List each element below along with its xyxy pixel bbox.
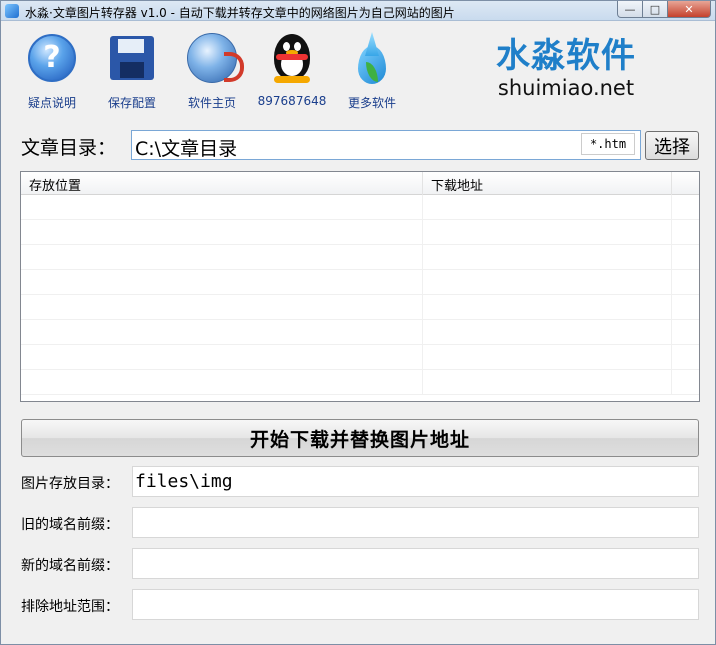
- app-window: 水淼·文章图片转存器 v1.0 - 自动下载并转存文章中的网络图片为自己网站的图…: [0, 0, 716, 645]
- list-header: 存放位置 下载地址: [21, 172, 699, 195]
- exclude-range-input[interactable]: [132, 589, 699, 620]
- maximize-button[interactable]: □: [643, 1, 668, 18]
- save-config-label: 保存配置: [107, 96, 156, 110]
- column-header-extra[interactable]: [672, 172, 699, 195]
- list-row[interactable]: [21, 270, 699, 295]
- help-icon: ?: [28, 34, 76, 82]
- window-title: 水淼·文章图片转存器 v1.0 - 自动下载并转存文章中的网络图片为自己网站的图…: [25, 6, 455, 20]
- brand-domain: shuimiao.net: [497, 76, 635, 100]
- list-row[interactable]: [21, 370, 699, 395]
- choose-button[interactable]: 选择: [645, 131, 699, 160]
- title-bar[interactable]: 水淼·文章图片转存器 v1.0 - 自动下载并转存文章中的网络图片为自己网站的图…: [1, 1, 715, 21]
- image-dir-label: 图片存放目录：: [21, 476, 119, 492]
- more-software-button[interactable]: 更多软件: [332, 28, 412, 111]
- help-button[interactable]: ? 疑点说明: [12, 28, 92, 111]
- brand-name: 水淼软件: [496, 36, 636, 76]
- old-domain-row: 旧的域名前缀：: [1, 507, 715, 539]
- floppy-disk-icon: [110, 36, 154, 80]
- start-download-button[interactable]: 开始下载并替换图片地址: [21, 419, 699, 457]
- result-list[interactable]: 存放位置 下载地址: [20, 171, 700, 402]
- new-domain-row: 新的域名前缀：: [1, 548, 715, 580]
- homepage-label: 软件主页: [187, 96, 236, 110]
- article-dir-label: 文章目录：: [21, 137, 117, 159]
- list-row[interactable]: [21, 245, 699, 270]
- brand-logo: 水淼软件 shuimiao.net: [491, 36, 641, 100]
- article-dir-row: 文章目录： C:\文章目录 *.htm 选择: [1, 127, 715, 163]
- help-label: 疑点说明: [27, 96, 76, 110]
- new-domain-label: 新的域名前缀：: [21, 558, 119, 574]
- qq-button[interactable]: 897687648: [252, 28, 332, 108]
- list-row[interactable]: [21, 345, 699, 370]
- save-config-button[interactable]: 保存配置: [92, 28, 172, 111]
- column-header-url[interactable]: 下载地址: [423, 172, 672, 195]
- close-button[interactable]: ✕: [668, 1, 711, 18]
- globe-icon: [187, 33, 244, 83]
- minimize-button[interactable]: —: [617, 1, 643, 18]
- toolbar: ? 疑点说明 保存配置 软件主页 897687648 更多软件 水淼软件 shu…: [1, 22, 715, 117]
- image-dir-row: 图片存放目录： files\img: [1, 466, 715, 498]
- image-dir-input[interactable]: files\img: [132, 466, 699, 497]
- qq-label: 897687648: [257, 94, 327, 108]
- article-dir-value: C:\文章目录: [135, 138, 238, 160]
- article-dir-input[interactable]: C:\文章目录: [131, 130, 641, 160]
- qq-penguin-icon: [270, 32, 314, 84]
- exclude-range-label: 排除地址范围：: [21, 599, 119, 615]
- homepage-button[interactable]: 软件主页: [172, 28, 252, 111]
- list-row[interactable]: [21, 220, 699, 245]
- extension-input[interactable]: *.htm: [581, 133, 635, 155]
- list-row[interactable]: [21, 195, 699, 220]
- old-domain-label: 旧的域名前缀：: [21, 517, 119, 533]
- old-domain-input[interactable]: [132, 507, 699, 538]
- water-drop-icon: [356, 30, 388, 86]
- new-domain-input[interactable]: [132, 548, 699, 579]
- list-row[interactable]: [21, 320, 699, 345]
- window-controls: — □ ✕: [617, 1, 711, 18]
- app-icon: [5, 4, 19, 18]
- list-row[interactable]: [21, 295, 699, 320]
- column-header-location[interactable]: 存放位置: [21, 172, 423, 195]
- exclude-range-row: 排除地址范围：: [1, 589, 715, 621]
- more-software-label: 更多软件: [347, 96, 396, 110]
